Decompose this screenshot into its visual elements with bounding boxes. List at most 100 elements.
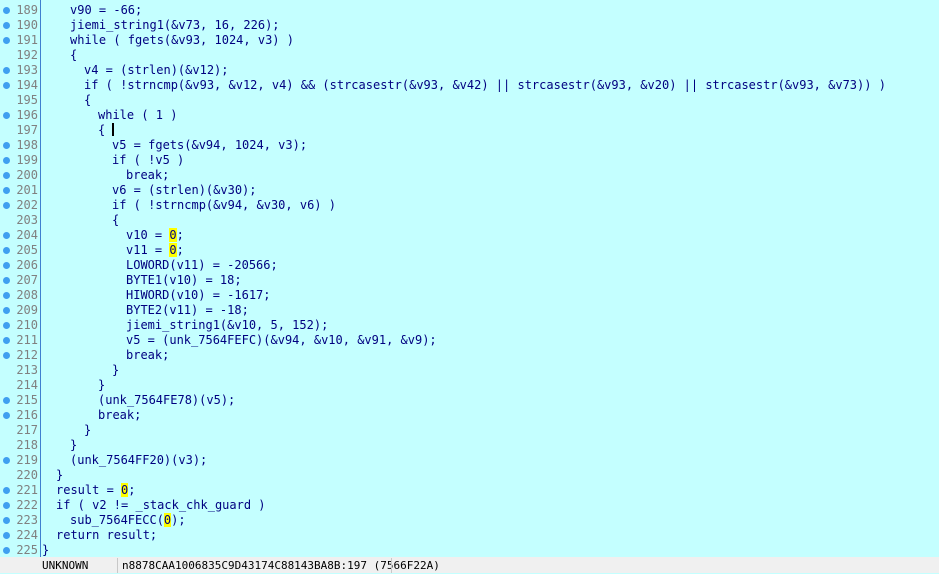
code-line[interactable]: 192 { bbox=[0, 48, 939, 63]
code-text: { bbox=[98, 123, 113, 137]
code-line[interactable]: 194 if ( !strncmp(&v93, &v12, v4) && (str… bbox=[0, 78, 939, 93]
line-number: 192 bbox=[16, 48, 38, 62]
breakpoint-dot-icon[interactable] bbox=[3, 412, 10, 419]
breakpoint-dot-icon[interactable] bbox=[3, 262, 10, 269]
code-line[interactable]: 217} bbox=[0, 423, 939, 438]
breakpoint-dot-icon[interactable] bbox=[3, 187, 10, 194]
code-line[interactable]: 189 v90 = -66; bbox=[0, 3, 939, 18]
code-text-wrapper: } bbox=[98, 378, 105, 393]
breakpoint-dot-icon[interactable] bbox=[3, 277, 10, 284]
code-line[interactable]: 200 break; bbox=[0, 168, 939, 183]
code-text: BYTE2(v11) = -18; bbox=[126, 303, 249, 317]
line-number: 197 bbox=[16, 123, 38, 137]
code-line[interactable]: 215 (unk_7564FE78)(v5); bbox=[0, 393, 939, 408]
pseudocode-view[interactable]: 189 v90 = -66; 190 jiemi_string1(&v73, 16, … bbox=[0, 3, 939, 558]
breakpoint-dot-icon[interactable] bbox=[3, 337, 10, 344]
code-line[interactable]: 197 { bbox=[0, 123, 939, 138]
code-text: { bbox=[70, 48, 78, 62]
breakpoint-dot-icon[interactable] bbox=[3, 112, 10, 119]
code-line[interactable]: 198 v5 = fgets(&v94, 1024, v3); bbox=[0, 138, 939, 153]
line-number: 204 bbox=[16, 228, 38, 242]
breakpoint-dot-icon[interactable] bbox=[3, 37, 10, 44]
code-line[interactable]: 225} bbox=[0, 543, 939, 558]
status-bar: UNKNOWN n8878CAA1006835C9D43174C88143BA8… bbox=[0, 557, 939, 573]
code-text: jiemi_string1(&v10, 5, 152); bbox=[126, 318, 329, 332]
line-number: 211 bbox=[16, 333, 38, 347]
code-text-wrapper: LOWORD(v11) = -20566; bbox=[126, 258, 278, 273]
code-line[interactable]: 205 v11 = 0v11 = 0; bbox=[0, 243, 939, 258]
breakpoint-dot-icon[interactable] bbox=[3, 397, 10, 404]
code-text-wrapper: { bbox=[112, 213, 119, 228]
code-line[interactable]: 212 break; bbox=[0, 348, 939, 363]
breakpoint-dot-icon[interactable] bbox=[3, 67, 10, 74]
code-text-wrapper: v11 = 0v11 = 0; bbox=[126, 243, 184, 258]
code-line[interactable]: 223 sub_7564FECC(0sub_7564FECC(0); bbox=[0, 513, 939, 528]
code-text-wrapper: result = 0result = 0; bbox=[56, 483, 135, 498]
line-number: 200 bbox=[16, 168, 38, 182]
breakpoint-dot-icon[interactable] bbox=[3, 172, 10, 179]
code-line[interactable]: 219 (unk_7564FF20)(v3); bbox=[0, 453, 939, 468]
code-line[interactable]: 201 v6 = (strlen)(&v30); bbox=[0, 183, 939, 198]
code-text-wrapper: v5 = fgets(&v94, 1024, v3); bbox=[112, 138, 307, 153]
code-text-wrapper: } bbox=[84, 423, 91, 438]
code-line[interactable]: 211 v5 = (unk_7564FEFC)(&v94, &v10, &v91,… bbox=[0, 333, 939, 348]
code-line[interactable]: 210 jiemi_string1(&v10, 5, 152); bbox=[0, 318, 939, 333]
code-text-wrapper: v4 = (strlen)(&v12); bbox=[84, 63, 229, 78]
code-line[interactable]: 203 { bbox=[0, 213, 939, 228]
code-line[interactable]: 195 { bbox=[0, 93, 939, 108]
line-number: 201 bbox=[16, 183, 38, 197]
breakpoint-dot-icon[interactable] bbox=[3, 7, 10, 14]
code-text: v5 = (unk_7564FEFC)(&v94, &v10, &v91, &v… bbox=[126, 333, 437, 347]
breakpoint-dot-icon[interactable] bbox=[3, 142, 10, 149]
code-line[interactable]: 222 if ( v2 != _stack_chk_guard ) bbox=[0, 498, 939, 513]
code-line[interactable]: 193 v4 = (strlen)(&v12); bbox=[0, 63, 939, 78]
breakpoint-dot-icon[interactable] bbox=[3, 547, 10, 554]
breakpoint-dot-icon[interactable] bbox=[3, 292, 10, 299]
code-text: while ( 1 ) bbox=[98, 108, 178, 122]
code-line[interactable]: 202 if ( !strncmp(&v94, &v30, v6) ) bbox=[0, 198, 939, 213]
breakpoint-dot-icon[interactable] bbox=[3, 22, 10, 29]
breakpoint-dot-icon[interactable] bbox=[3, 202, 10, 209]
breakpoint-dot-icon[interactable] bbox=[3, 82, 10, 89]
code-text: if ( !strncmp(&v93, &v12, v4) && (strcas… bbox=[84, 78, 886, 92]
code-text-wrapper: (unk_7564FE78)(v5); bbox=[98, 393, 235, 408]
code-text: } bbox=[98, 378, 106, 392]
breakpoint-dot-icon[interactable] bbox=[3, 532, 10, 539]
code-line[interactable]: 206 LOWORD(v11) = -20566; bbox=[0, 258, 939, 273]
code-line[interactable]: 191 while ( fgets(&v93, 1024, v3) ) bbox=[0, 33, 939, 48]
code-line[interactable]: 204 v10 = 0v10 = 0; bbox=[0, 228, 939, 243]
code-text-wrapper: if ( v2 != _stack_chk_guard ) bbox=[56, 498, 266, 513]
code-line[interactable]: 221 result = 0result = 0; bbox=[0, 483, 939, 498]
code-line[interactable]: 218} bbox=[0, 438, 939, 453]
breakpoint-dot-icon[interactable] bbox=[3, 307, 10, 314]
line-number: 190 bbox=[16, 18, 38, 32]
code-line[interactable]: 209 BYTE2(v11) = -18; bbox=[0, 303, 939, 318]
code-text: sub_7564FECC(0); bbox=[70, 513, 186, 527]
breakpoint-dot-icon[interactable] bbox=[3, 457, 10, 464]
code-line[interactable]: 216 break; bbox=[0, 408, 939, 423]
code-line[interactable]: 220} bbox=[0, 468, 939, 483]
breakpoint-dot-icon[interactable] bbox=[3, 517, 10, 524]
code-line[interactable]: 224 return result; bbox=[0, 528, 939, 543]
code-line[interactable]: 196 while ( 1 ) bbox=[0, 108, 939, 123]
code-text: (unk_7564FE78)(v5); bbox=[98, 393, 236, 407]
code-text: } bbox=[42, 543, 50, 557]
breakpoint-dot-icon[interactable] bbox=[3, 232, 10, 239]
code-line[interactable]: 213} bbox=[0, 363, 939, 378]
code-line[interactable]: 190 jiemi_string1(&v73, 16, 226); bbox=[0, 18, 939, 33]
line-number: 208 bbox=[16, 288, 38, 302]
breakpoint-dot-icon[interactable] bbox=[3, 157, 10, 164]
code-text-wrapper: v90 = -66; bbox=[70, 3, 142, 18]
line-number: 215 bbox=[16, 393, 38, 407]
code-text-wrapper: v5 = (unk_7564FEFC)(&v94, &v10, &v91, &v… bbox=[126, 333, 437, 348]
code-text-wrapper: break; bbox=[98, 408, 141, 423]
breakpoint-dot-icon[interactable] bbox=[3, 502, 10, 509]
code-line[interactable]: 208 HIWORD(v10) = -1617; bbox=[0, 288, 939, 303]
breakpoint-dot-icon[interactable] bbox=[3, 487, 10, 494]
code-line[interactable]: 199 if ( !v5 ) bbox=[0, 153, 939, 168]
code-line[interactable]: 214} bbox=[0, 378, 939, 393]
breakpoint-dot-icon[interactable] bbox=[3, 352, 10, 359]
breakpoint-dot-icon[interactable] bbox=[3, 322, 10, 329]
breakpoint-dot-icon[interactable] bbox=[3, 247, 10, 254]
code-line[interactable]: 207 BYTE1(v10) = 18; bbox=[0, 273, 939, 288]
